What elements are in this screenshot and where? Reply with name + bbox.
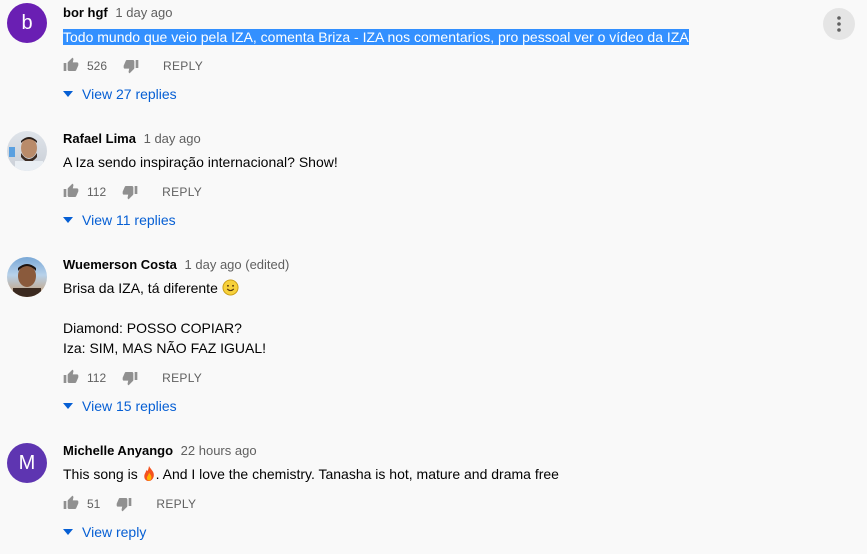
comment-author[interactable]: Rafael Lima [63,131,136,146]
comment-text: Brisa da IZA, tá diferente [63,278,239,301]
comment-timestamp[interactable]: 1 day ago [115,5,172,20]
smiling-face-emoji [222,279,239,301]
comment-text-line: Diamond: POSSO COPIAR? [63,320,242,336]
view-replies-label: View 15 replies [82,398,177,414]
more-vert-icon[interactable] [823,8,855,40]
fire-emoji [142,465,156,487]
comment-timestamp[interactable]: 1 day ago [144,131,201,146]
thumb-down-icon[interactable] [122,184,138,200]
thumb-down-icon[interactable] [116,496,132,512]
avatar[interactable]: M [7,443,47,483]
thumb-up-icon[interactable] [63,57,79,76]
reply-button[interactable]: REPLY [162,185,202,199]
comment-author[interactable]: Michelle Anyango [63,443,173,458]
comment-text: A Iza sendo inspiração internacional? Sh… [63,152,338,172]
like-count: 112 [87,185,107,199]
caret-down-icon [60,86,76,102]
comment-text-line: Iza: SIM, MAS NÃO FAZ IGUAL! [63,340,267,356]
avatar[interactable] [7,131,47,171]
view-replies-button[interactable]: View reply [60,522,146,542]
thumb-down-icon[interactable] [123,58,139,74]
comment-text: This song is . And I love the chemistry.… [63,464,559,487]
comment-author[interactable]: Wuemerson Costa [63,257,177,272]
avatar[interactable]: b [7,3,47,43]
view-replies-button[interactable]: View 27 replies [60,84,177,104]
like-count: 526 [87,59,108,73]
view-replies-button[interactable]: View 15 replies [60,396,177,416]
comment-text-part: This song is [63,466,142,482]
avatar-letter: b [21,11,33,34]
comment-author[interactable]: bor hgf [63,5,108,20]
thumb-up-icon[interactable] [63,369,79,388]
comment-text-part: . And I love the chemistry. Tanasha is h… [155,466,559,482]
like-count: 112 [87,371,107,385]
view-replies-label: View reply [82,524,147,540]
caret-down-icon [60,398,76,414]
avatar[interactable] [7,257,47,297]
view-replies-label: View 11 replies [82,212,176,228]
comment-text: Todo mundo que veio pela IZA, comenta Br… [63,27,689,47]
thumb-up-icon[interactable] [63,495,79,514]
reply-button[interactable]: REPLY [163,59,203,73]
thumb-down-icon[interactable] [122,370,138,386]
like-count: 51 [87,497,101,511]
view-replies-label: View 27 replies [82,86,177,102]
reply-button[interactable]: REPLY [156,497,196,511]
thumb-up-icon[interactable] [63,183,79,202]
comment-text-line: A Iza sendo inspiração internacional? Sh… [63,154,338,170]
comment-timestamp[interactable]: 1 day ago (edited) [185,257,290,272]
view-replies-button[interactable]: View 11 replies [60,210,176,230]
caret-down-icon [60,524,76,540]
avatar-letter: M [18,451,36,474]
comment-timestamp[interactable]: 22 hours ago [181,443,257,458]
reply-button[interactable]: REPLY [162,371,202,385]
comment-text-line: Brisa da IZA, tá diferente [63,280,218,296]
comment-text-line: Todo mundo que veio pela IZA, comenta Br… [63,29,689,45]
caret-down-icon [60,212,76,228]
